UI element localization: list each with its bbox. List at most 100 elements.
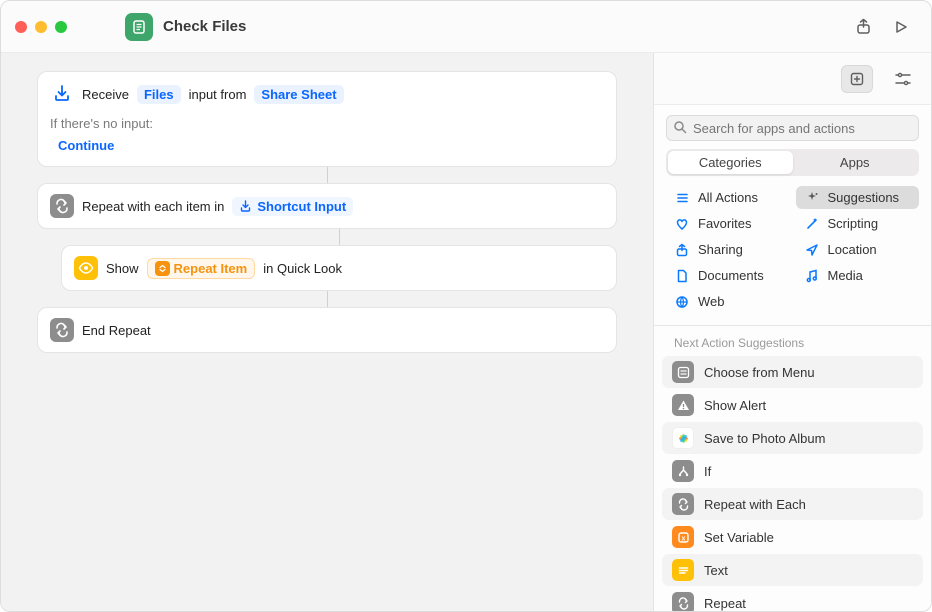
search-input[interactable] bbox=[666, 115, 919, 141]
connector-line bbox=[327, 291, 328, 307]
music-icon bbox=[804, 269, 820, 283]
suggestion-label: Set Variable bbox=[704, 530, 774, 545]
suggestion-show-alert[interactable]: Show Alert bbox=[662, 389, 923, 421]
category-media[interactable]: Media bbox=[796, 264, 920, 287]
library-toolbar bbox=[654, 53, 931, 105]
action-library-sidebar: Categories Apps All Actions Suggestions … bbox=[653, 53, 931, 611]
category-label: Location bbox=[828, 242, 877, 257]
suggestions-header: Next Action Suggestions bbox=[654, 332, 931, 356]
search-icon bbox=[673, 120, 687, 134]
close-window-button[interactable] bbox=[15, 21, 27, 33]
repeat-item-variable[interactable]: Repeat Item bbox=[147, 258, 256, 279]
category-grid: All Actions Suggestions Favorites Script… bbox=[654, 186, 931, 321]
suggestion-if[interactable]: If bbox=[662, 455, 923, 487]
tab-apps[interactable]: Apps bbox=[793, 151, 918, 174]
sparkle-icon bbox=[804, 191, 820, 205]
suggestion-repeat[interactable]: Repeat bbox=[662, 587, 923, 611]
repeat-icon bbox=[50, 318, 74, 342]
category-web[interactable]: Web bbox=[666, 290, 790, 313]
suggestion-repeat-each[interactable]: Repeat with Each bbox=[662, 488, 923, 520]
repeat-icon bbox=[672, 592, 694, 611]
repeat-label: Repeat with each item in bbox=[82, 199, 224, 214]
category-label: Suggestions bbox=[828, 190, 900, 205]
share-sheet-token[interactable]: Share Sheet bbox=[254, 85, 343, 104]
connector-line bbox=[327, 167, 328, 183]
tab-categories[interactable]: Categories bbox=[668, 151, 793, 174]
share-icon bbox=[674, 243, 690, 257]
svg-text:x: x bbox=[681, 535, 685, 542]
suggestion-choose-from-menu[interactable]: Choose from Menu bbox=[662, 356, 923, 388]
text-icon bbox=[672, 559, 694, 581]
variable-icon: x bbox=[672, 526, 694, 548]
suggestion-label: Save to Photo Album bbox=[704, 431, 825, 446]
share-button[interactable] bbox=[847, 13, 879, 41]
continue-button[interactable]: Continue bbox=[50, 135, 122, 156]
category-label: Scripting bbox=[828, 216, 879, 231]
shortcut-app-icon bbox=[125, 13, 153, 41]
suggestion-label: Text bbox=[704, 563, 728, 578]
end-repeat-label: End Repeat bbox=[82, 323, 151, 338]
category-label: Web bbox=[698, 294, 725, 309]
quick-look-suffix-label: in Quick Look bbox=[263, 261, 342, 276]
web-icon bbox=[674, 295, 690, 309]
document-icon bbox=[674, 269, 690, 283]
input-icon bbox=[50, 82, 74, 106]
suggestion-set-variable[interactable]: x Set Variable bbox=[662, 521, 923, 553]
category-location[interactable]: Location bbox=[796, 238, 920, 261]
library-segment-control: Categories Apps bbox=[666, 149, 919, 176]
suggestion-label: If bbox=[704, 464, 711, 479]
wand-icon bbox=[804, 217, 820, 231]
repeat-icon bbox=[672, 493, 694, 515]
category-scripting[interactable]: Scripting bbox=[796, 212, 920, 235]
branch-icon bbox=[672, 460, 694, 482]
category-label: Documents bbox=[698, 268, 764, 283]
zoom-window-button[interactable] bbox=[55, 21, 67, 33]
repeat-action[interactable]: Repeat with each item in Shortcut Input bbox=[37, 183, 617, 229]
divider bbox=[654, 325, 931, 326]
category-label: Favorites bbox=[698, 216, 751, 231]
minimize-window-button[interactable] bbox=[35, 21, 47, 33]
suggestion-text[interactable]: Text bbox=[662, 554, 923, 586]
end-repeat-action[interactable]: End Repeat bbox=[37, 307, 617, 353]
no-input-label: If there's no input: bbox=[50, 116, 604, 131]
receive-label: Receive bbox=[82, 87, 129, 102]
shortcut-input-variable[interactable]: Shortcut Input bbox=[232, 197, 353, 216]
traffic-lights bbox=[15, 21, 67, 33]
suggestion-label: Repeat bbox=[704, 596, 746, 611]
heart-icon bbox=[674, 217, 690, 231]
category-favorites[interactable]: Favorites bbox=[666, 212, 790, 235]
photos-icon bbox=[672, 427, 694, 449]
files-token[interactable]: Files bbox=[137, 85, 181, 104]
repeat-item-label: Repeat Item bbox=[174, 261, 248, 276]
suggestion-label: Repeat with Each bbox=[704, 497, 806, 512]
list-icon bbox=[674, 191, 690, 205]
titlebar: Check Files bbox=[1, 1, 931, 53]
category-label: All Actions bbox=[698, 190, 758, 205]
workflow-editor[interactable]: Receive Files input from Share Sheet If … bbox=[1, 53, 653, 611]
app-window: Check Files Receive Files input from Sha… bbox=[0, 0, 932, 612]
category-documents[interactable]: Documents bbox=[666, 264, 790, 287]
location-icon bbox=[804, 243, 820, 257]
search-field-container bbox=[666, 115, 919, 141]
suggestion-label: Show Alert bbox=[704, 398, 766, 413]
variable-icon bbox=[155, 261, 170, 276]
show-label: Show bbox=[106, 261, 139, 276]
suggestion-save-photo-album[interactable]: Save to Photo Album bbox=[662, 422, 923, 454]
receive-input-action[interactable]: Receive Files input from Share Sheet If … bbox=[37, 71, 617, 167]
window-title: Check Files bbox=[163, 18, 246, 35]
category-label: Sharing bbox=[698, 242, 743, 257]
repeat-icon bbox=[50, 194, 74, 218]
suggestion-label: Choose from Menu bbox=[704, 365, 815, 380]
input-from-label: input from bbox=[189, 87, 247, 102]
library-toggle-button[interactable] bbox=[841, 65, 873, 93]
quick-look-action[interactable]: Show Repeat Item in Quick Look bbox=[61, 245, 617, 291]
category-sharing[interactable]: Sharing bbox=[666, 238, 790, 261]
category-label: Media bbox=[828, 268, 863, 283]
category-suggestions[interactable]: Suggestions bbox=[796, 186, 920, 209]
menu-icon bbox=[672, 361, 694, 383]
quick-look-icon bbox=[74, 256, 98, 280]
run-button[interactable] bbox=[885, 13, 917, 41]
settings-button[interactable] bbox=[887, 65, 919, 93]
category-all-actions[interactable]: All Actions bbox=[666, 186, 790, 209]
connector-line bbox=[339, 229, 340, 245]
